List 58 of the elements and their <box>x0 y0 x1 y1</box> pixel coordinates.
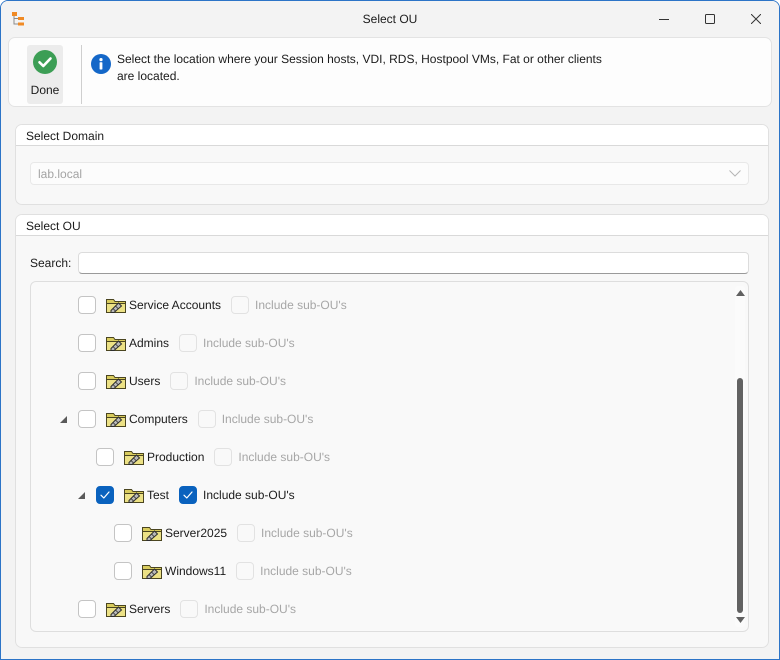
group-header: Select OU <box>16 215 768 236</box>
checkbox[interactable] <box>114 562 132 580</box>
folder-icon <box>106 373 126 389</box>
check-circle-icon <box>33 50 57 74</box>
ou-name: Windows11 <box>165 564 226 578</box>
checkbox[interactable] <box>96 448 114 466</box>
folder-icon <box>106 335 126 351</box>
checkbox-label: Include sub-OU's <box>261 526 353 540</box>
search-field[interactable] <box>78 252 749 274</box>
checkbox-label: Include sub-OU's <box>255 298 347 312</box>
window-title: Select OU <box>362 12 418 26</box>
check-icon <box>100 491 110 499</box>
checkbox[interactable] <box>78 372 96 390</box>
checkbox[interactable] <box>96 486 114 504</box>
done-button[interactable]: Done <box>27 45 63 104</box>
checkbox[interactable] <box>78 296 96 314</box>
close-icon <box>751 14 761 24</box>
folder-icon <box>142 563 162 579</box>
ou-name: Service Accounts <box>129 298 222 312</box>
maximize-icon <box>705 14 715 24</box>
checkbox-label: Include sub-OU's <box>203 488 295 502</box>
ou-name: Users <box>129 374 160 388</box>
app-icon <box>12 12 24 26</box>
ou-name: Server2025 <box>165 526 228 540</box>
info-text: Select the location where your Session hosts, VDI, RDS, Hostpool VMs, Fat or other clients are located. <box>117 51 602 85</box>
checkbox-label: Include sub-OU's <box>203 336 295 350</box>
folder-icon <box>106 297 126 313</box>
scrollbar-thumb[interactable] <box>737 378 743 613</box>
ou-name: Computers <box>129 412 188 426</box>
checkbox-label: Include sub-OU's <box>222 412 314 426</box>
checkbox[interactable] <box>114 524 132 542</box>
search-label: Search: <box>30 256 72 270</box>
folder-icon <box>124 449 144 465</box>
checkbox[interactable] <box>78 334 96 352</box>
folder-icon <box>142 525 162 541</box>
chevron-down-icon <box>729 170 741 177</box>
checkbox-label: Include sub-OU's <box>194 374 286 388</box>
checkbox[interactable] <box>78 410 96 428</box>
checkbox-label: Include sub-OU's <box>204 602 296 616</box>
checkbox[interactable] <box>78 600 96 618</box>
checkbox[interactable] <box>179 486 198 504</box>
info-icon <box>91 54 111 74</box>
minimize-icon <box>659 18 669 20</box>
ou-name: Production <box>147 450 204 464</box>
folder-icon <box>106 601 126 617</box>
expander-arrow-icon[interactable] <box>78 492 84 498</box>
checkbox-label: Include sub-OU's <box>260 564 352 578</box>
expander-arrow-icon[interactable] <box>60 416 66 422</box>
check-icon <box>183 491 194 499</box>
ou-name: Admins <box>129 336 170 350</box>
folder-icon <box>106 411 126 427</box>
group-header: Select Domain <box>16 125 768 146</box>
checkbox-label: Include sub-OU's <box>238 450 330 464</box>
folder-icon <box>124 487 144 503</box>
scroll-down-icon[interactable] <box>736 617 744 623</box>
scroll-up-icon[interactable] <box>736 290 744 296</box>
ou-name: Test <box>147 488 170 502</box>
ou-name: Servers <box>129 602 170 616</box>
